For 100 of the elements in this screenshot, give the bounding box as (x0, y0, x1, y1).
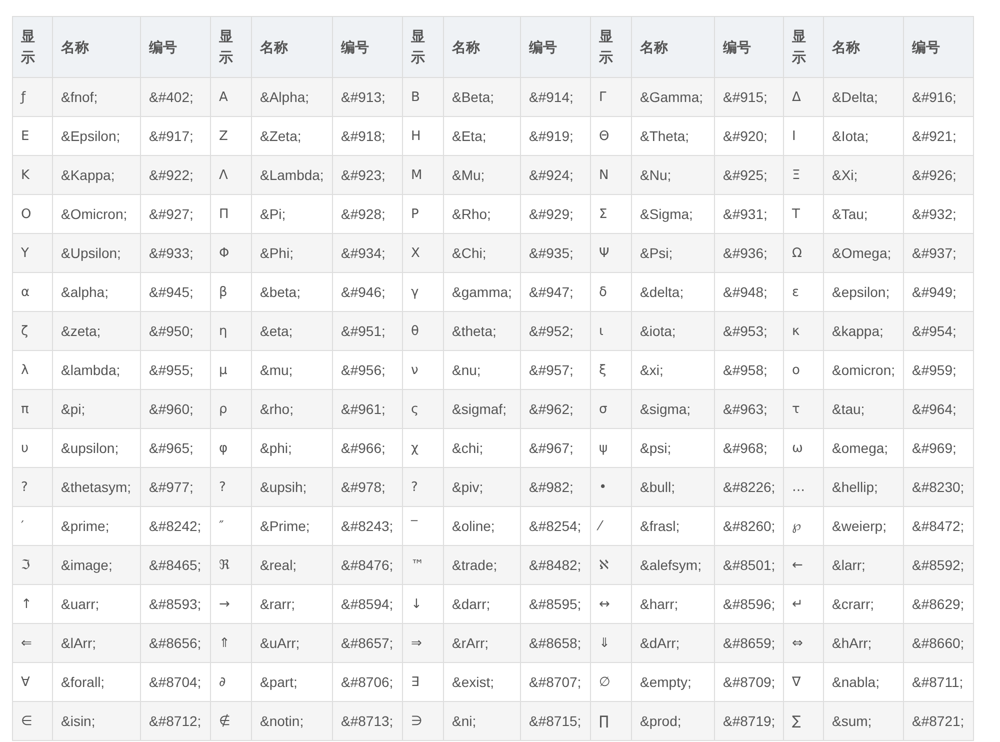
entity-code-cell: &#961; (332, 390, 402, 428)
entity-name-cell: &Sigma; (632, 194, 714, 234)
symbol-cell: ↔ (590, 584, 632, 624)
column-header: 编号 (332, 16, 402, 78)
symbol-cell: Φ (210, 234, 252, 272)
symbol-cell: Π (210, 194, 252, 234)
symbol-cell: ∂ (210, 662, 252, 702)
entity-code-cell: &#934; (332, 234, 402, 272)
entity-code-cell: &#932; (904, 194, 974, 234)
entity-name-cell: &sigmaf; (444, 390, 520, 428)
symbol-cell: ∇ (784, 662, 824, 702)
entity-code-cell: &#8226; (714, 468, 784, 506)
entity-name-cell: &prod; (632, 702, 714, 740)
entity-code-cell: &#8596; (714, 584, 784, 624)
entity-name-cell: &Lambda; (252, 156, 332, 194)
entity-name-cell: &rarr; (252, 584, 332, 624)
symbol-cell: Ζ (210, 116, 252, 156)
entity-name-cell: &zeta; (52, 312, 140, 350)
entity-code-cell: &#919; (520, 116, 590, 156)
entity-code-cell: &#8254; (520, 506, 590, 546)
entity-code-cell: &#8712; (140, 702, 210, 740)
entity-code-cell: &#945; (140, 272, 210, 312)
entity-name-cell: &bull; (632, 468, 714, 506)
entity-name-cell: &chi; (444, 428, 520, 468)
symbol-cell: … (784, 468, 824, 506)
column-header: 编号 (714, 16, 784, 78)
entity-code-cell: &#968; (714, 428, 784, 468)
symbol-cell: ⇐ (12, 624, 52, 662)
entity-code-cell: &#8482; (520, 546, 590, 584)
entity-code-cell: &#924; (520, 156, 590, 194)
entity-name-cell: &Zeta; (252, 116, 332, 156)
column-header: 显示 (784, 16, 824, 78)
entity-name-cell: &Pi; (252, 194, 332, 234)
entity-name-cell: &Beta; (444, 78, 520, 116)
entity-code-cell: &#947; (520, 272, 590, 312)
entity-code-cell: &#933; (140, 234, 210, 272)
symbol-cell: ? (12, 468, 52, 506)
entity-code-cell: &#8595; (520, 584, 590, 624)
symbol-cell: κ (784, 312, 824, 350)
entity-code-cell: &#935; (520, 234, 590, 272)
entity-name-cell: &Delta; (824, 78, 904, 116)
entity-code-cell: &#965; (140, 428, 210, 468)
entity-name-cell: &epsilon; (824, 272, 904, 312)
entity-code-cell: &#8594; (332, 584, 402, 624)
symbol-cell: π (12, 390, 52, 428)
symbol-cell: Ο (12, 194, 52, 234)
entity-name-cell: &beta; (252, 272, 332, 312)
symbol-cell: ∉ (210, 702, 252, 740)
entity-code-cell: &#8721; (904, 702, 974, 740)
entity-code-cell: &#8656; (140, 624, 210, 662)
entity-code-cell: &#8593; (140, 584, 210, 624)
symbol-cell: ρ (210, 390, 252, 428)
column-header: 名称 (824, 16, 904, 78)
symbol-cell: Τ (784, 194, 824, 234)
entity-code-cell: &#8501; (714, 546, 784, 584)
entity-code-cell: &#8242; (140, 506, 210, 546)
entity-name-cell: &rArr; (444, 624, 520, 662)
entity-code-cell: &#8709; (714, 662, 784, 702)
entity-code-cell: &#946; (332, 272, 402, 312)
symbol-cell: ς (402, 390, 444, 428)
column-header: 名称 (444, 16, 520, 78)
symbol-cell: η (210, 312, 252, 350)
entity-name-cell: &image; (52, 546, 140, 584)
entity-code-cell: &#955; (140, 350, 210, 390)
entity-code-cell: &#913; (332, 78, 402, 116)
entity-name-cell: &Nu; (632, 156, 714, 194)
entity-code-cell: &#8707; (520, 662, 590, 702)
symbol-cell: Δ (784, 78, 824, 116)
entity-code-cell: &#922; (140, 156, 210, 194)
entity-code-cell: &#917; (140, 116, 210, 156)
symbol-cell: Θ (590, 116, 632, 156)
entity-name-cell: &empty; (632, 662, 714, 702)
entity-name-cell: &part; (252, 662, 332, 702)
entity-code-cell: &#8243; (332, 506, 402, 546)
symbol-cell: → (210, 584, 252, 624)
entity-code-cell: &#8260; (714, 506, 784, 546)
symbol-cell: ″ (210, 506, 252, 546)
symbol-cell: Μ (402, 156, 444, 194)
entity-code-cell: &#926; (904, 156, 974, 194)
entity-code-cell: &#958; (714, 350, 784, 390)
entity-code-cell: &#8472; (904, 506, 974, 546)
entity-name-cell: &thetasym; (52, 468, 140, 506)
entity-code-cell: &#950; (140, 312, 210, 350)
symbol-cell: Ψ (590, 234, 632, 272)
symbol-cell: ⇔ (784, 624, 824, 662)
entity-name-cell: &piv; (444, 468, 520, 506)
entity-name-cell: &uarr; (52, 584, 140, 624)
symbol-cell: ← (784, 546, 824, 584)
entity-name-cell: &Gamma; (632, 78, 714, 116)
entity-name-cell: &dArr; (632, 624, 714, 662)
symbol-cell: Σ (590, 194, 632, 234)
entity-name-cell: &nu; (444, 350, 520, 390)
entity-name-cell: &hellip; (824, 468, 904, 506)
symbol-cell: ? (210, 468, 252, 506)
symbol-cell: ⇑ (210, 624, 252, 662)
entity-code-cell: &#8719; (714, 702, 784, 740)
entity-name-cell: &sigma; (632, 390, 714, 428)
entity-code-cell: &#8592; (904, 546, 974, 584)
entity-name-cell: &Epsilon; (52, 116, 140, 156)
entity-name-cell: &Prime; (252, 506, 332, 546)
